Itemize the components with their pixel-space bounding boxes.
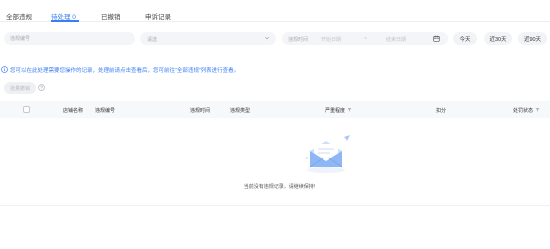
column-severity: 严重程度 — [325, 107, 352, 114]
date-range-label: 违规时间 — [288, 37, 309, 43]
empty-state-text: 当前没有违规记录，请继续保持! — [243, 184, 316, 190]
type-select[interactable]: 请选 — [140, 32, 276, 45]
column-label: 扣分 — [436, 108, 447, 114]
notice-bar: 您可以在此处理需要您操作的记录，处理前请点击查看后，您可前往“全部违规”列表进行… — [1, 65, 240, 75]
column-violation-no: 违规编号 — [95, 107, 115, 114]
batch-revoke-button[interactable]: 批量撤销 — [4, 82, 36, 94]
notice-text: 您可以在此处理需要您操作的记录，处理前请点击查看后，您可前往“全部违规”列表进行… — [10, 68, 240, 74]
info-icon — [1, 65, 8, 75]
empty-mail-icon — [304, 133, 354, 177]
table-header: 店铺名称 违规编号 违规时间 违规类型 严重程度 扣分 处罚状态 — [0, 101, 550, 118]
column-shop-name: 店铺名称 — [63, 107, 83, 114]
tab-revoked[interactable]: 已撤销 — [101, 11, 121, 21]
active-tab-indicator — [51, 20, 79, 22]
column-label: 严重程度 — [325, 108, 346, 114]
date-end[interactable]: 结束日期 — [386, 36, 406, 43]
select-all-checkbox[interactable] — [23, 106, 30, 113]
date-range-picker[interactable]: 违规时间 开始日期 ~ 结束日期 — [282, 32, 448, 45]
column-label: 店铺名称 — [63, 108, 84, 114]
date-separator: ~ — [364, 35, 367, 42]
today-button[interactable]: 今天 — [453, 32, 477, 45]
column-violation-type: 违规类型 — [230, 107, 250, 114]
tab-all-violations[interactable]: 全部违规 — [6, 11, 32, 21]
column-points: 扣分 — [436, 107, 446, 114]
filter-icon[interactable] — [535, 107, 540, 114]
column-penalty-status: 处罚状态 — [513, 107, 540, 114]
last-30-days-button[interactable]: 近30天 — [484, 32, 512, 45]
help-icon[interactable] — [38, 84, 45, 93]
last-90-days-button[interactable]: 近90天 — [518, 32, 547, 45]
chevron-down-icon — [264, 35, 270, 41]
calendar-icon[interactable] — [433, 35, 440, 44]
column-label: 违规编号 — [95, 108, 116, 114]
tab-appeal-records[interactable]: 申诉记录 — [145, 11, 171, 21]
tab-bar: 全部违规 待处理 0 已撤销 申诉记录 — [0, 0, 550, 22]
violation-no-input[interactable] — [4, 32, 135, 45]
violation-no-field — [4, 32, 135, 45]
column-label: 违规类型 — [230, 108, 251, 114]
column-violation-time: 违规时间 — [190, 107, 210, 114]
column-label: 处罚状态 — [513, 108, 534, 114]
divider — [0, 205, 550, 206]
column-label: 违规时间 — [190, 108, 211, 114]
date-start[interactable]: 开始日期 — [321, 36, 341, 43]
filter-icon[interactable] — [347, 107, 352, 114]
type-select-placeholder: 请选 — [147, 37, 158, 43]
